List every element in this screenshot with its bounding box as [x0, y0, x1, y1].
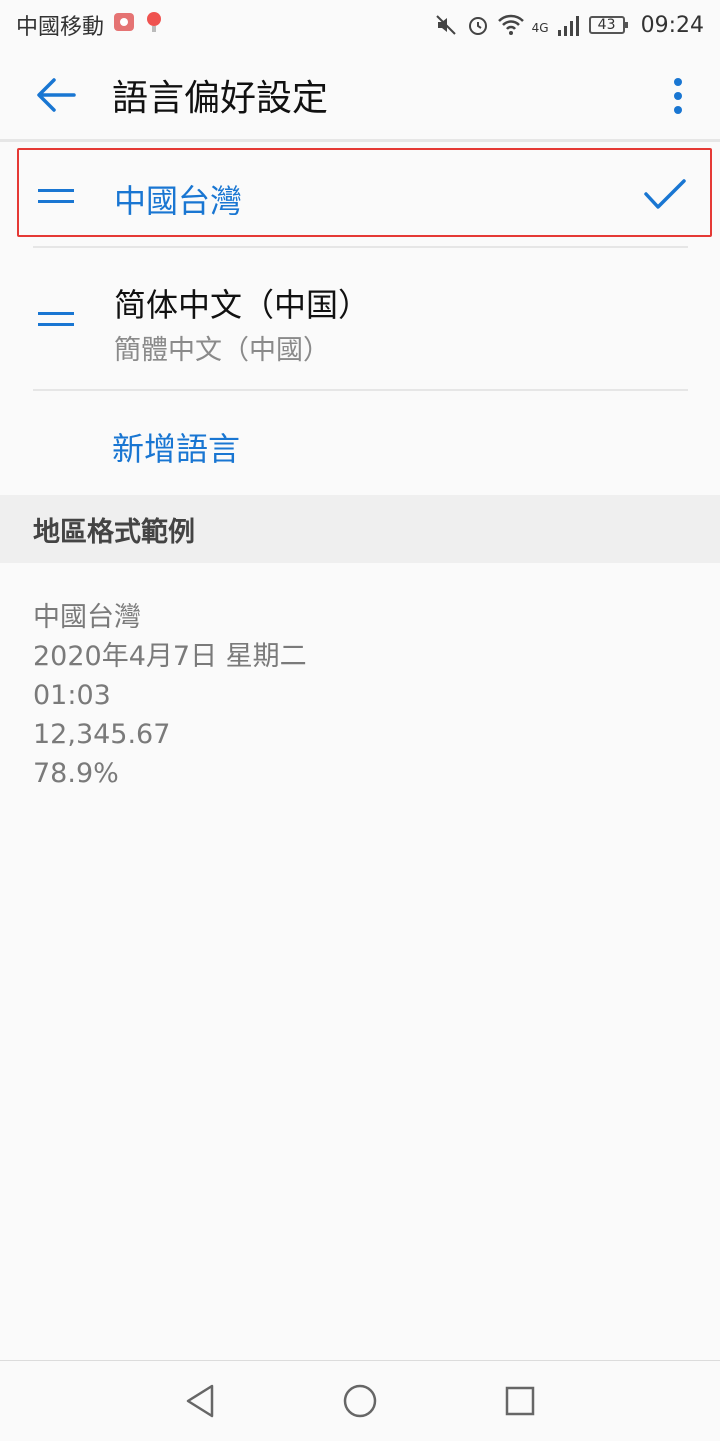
location-notification-icon	[144, 10, 164, 40]
status-right: 4G 43 09:24	[434, 13, 704, 38]
nav-back-button[interactable]	[178, 1379, 222, 1423]
square-recents-icon	[505, 1386, 535, 1416]
format-example-time: 01:03	[33, 680, 111, 711]
drag-handle-icon[interactable]	[38, 312, 74, 326]
status-bar: 中國移動 4G 43 09:24	[0, 0, 720, 50]
region-format-examples: 中國台灣 2020年4月7日 星期二 01:03 12,345.67 78.9%	[33, 598, 307, 793]
language-name: 简体中文（中国）	[114, 286, 371, 324]
region-format-header: 地區格式範例	[0, 495, 720, 563]
network-type-label: 4G	[531, 20, 549, 35]
more-options-button[interactable]	[654, 68, 702, 124]
section-title: 地區格式範例	[33, 516, 195, 548]
language-item[interactable]: 简体中文（中国） 簡體中文（中國）	[0, 248, 720, 390]
format-example-date: 2020年4月7日 星期二	[33, 641, 307, 672]
format-example-number: 12,345.67	[33, 719, 171, 750]
status-left: 中國移動	[16, 9, 164, 41]
triangle-back-icon	[186, 1384, 214, 1418]
add-language-button[interactable]: 新增語言	[112, 424, 240, 470]
alarm-icon	[466, 13, 490, 37]
language-native-name: 簡體中文（中國）	[114, 335, 330, 366]
clock: 09:24	[640, 12, 704, 38]
nav-recents-button[interactable]	[498, 1379, 542, 1423]
app-bar: 語言偏好設定	[0, 50, 720, 142]
page-title: 語言偏好設定	[112, 77, 329, 119]
highlight-annotation-box	[17, 148, 712, 237]
signal-icon	[557, 14, 581, 36]
navigation-bar	[0, 1360, 720, 1441]
more-vert-icon	[674, 78, 682, 114]
back-button[interactable]	[0, 49, 112, 141]
battery-icon: 43	[588, 16, 628, 34]
format-example-region: 中國台灣	[33, 602, 141, 633]
wifi-icon	[497, 14, 524, 36]
format-example-percent: 78.9%	[33, 758, 119, 789]
divider	[33, 389, 688, 391]
carrier-label: 中國移動	[16, 15, 105, 40]
notification-app-icon	[112, 10, 136, 40]
mute-icon	[434, 13, 458, 37]
arrow-back-icon	[37, 77, 76, 112]
circle-home-icon	[343, 1384, 377, 1418]
nav-home-button[interactable]	[338, 1379, 382, 1423]
